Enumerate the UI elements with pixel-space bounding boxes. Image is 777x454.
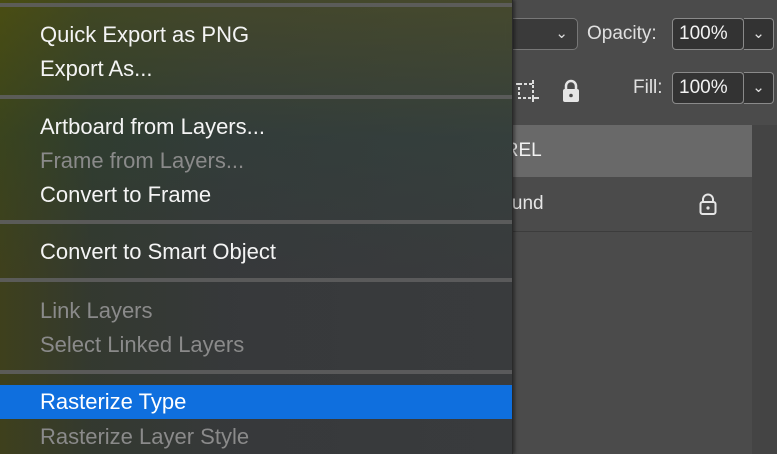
opacity-input[interactable]: 100%: [672, 18, 744, 50]
menu-item-quick-export-png[interactable]: Quick Export as PNG: [0, 18, 513, 52]
menu-item-label: Quick Export as PNG: [40, 22, 250, 47]
opacity-dropdown-button[interactable]: ⌄: [744, 18, 774, 50]
chevron-down-icon: ⌄: [752, 79, 765, 96]
menu-item-link-layers: Link Layers: [0, 294, 513, 328]
menu-separator: [0, 220, 513, 224]
layer-name: RREL: [513, 140, 542, 161]
menu-item-artboard-from-layers[interactable]: Artboard from Layers...: [0, 110, 513, 144]
photoshop-workspace: ⌄ Opacity: 100% ⌄ Fill: 100% ⌄ EL und Qu…: [0, 0, 777, 454]
lock-all-icon[interactable]: [561, 79, 581, 103]
menu-item-rasterize-layer-style: Rasterize Layer Style: [0, 420, 513, 454]
menu-item-label: Link Layers: [40, 298, 153, 323]
menu-item-label: Artboard from Layers...: [40, 114, 265, 139]
menu-item-select-linked-layers: Select Linked Layers: [0, 328, 513, 362]
layer-context-menu: Quick Export as PNG Export As... Artboar…: [0, 0, 513, 454]
menu-item-label: Frame from Layers...: [40, 148, 245, 173]
menu-item-export-as[interactable]: Export As...: [0, 52, 513, 86]
fill-input[interactable]: 100%: [672, 72, 744, 104]
menu-item-convert-to-smart-object[interactable]: Convert to Smart Object: [0, 235, 513, 269]
menu-item-rasterize-type[interactable]: Rasterize Type: [0, 385, 513, 419]
chevron-down-icon: ⌄: [555, 25, 568, 42]
menu-separator: [0, 278, 513, 282]
opacity-label: Opacity:: [587, 23, 657, 44]
menu-item-label: Rasterize Layer Style: [40, 424, 250, 449]
menu-item-label: Rasterize Type: [40, 389, 187, 414]
fill-dropdown-button[interactable]: ⌄: [744, 72, 774, 104]
chevron-down-icon: ⌄: [752, 25, 765, 42]
panel-scroll-gutter: [752, 125, 777, 454]
menu-separator: [0, 95, 513, 99]
menu-item-label: Export As...: [40, 56, 153, 81]
menu-item-frame-from-layers: Frame from Layers...: [0, 144, 513, 178]
layer-row-background[interactable]: round: [513, 177, 752, 232]
layer-row-selected[interactable]: RREL: [513, 125, 752, 177]
layer-name: round: [513, 193, 544, 214]
menu-item-label: Convert to Frame: [40, 182, 212, 207]
menu-item-label: Select Linked Layers: [40, 332, 245, 357]
menu-border: [512, 0, 513, 454]
artboard-lock-icon[interactable]: [515, 79, 541, 103]
blend-mode-dropdown[interactable]: ⌄: [505, 18, 578, 50]
menu-item-convert-to-frame[interactable]: Convert to Frame: [0, 178, 513, 212]
menu-item-label: Convert to Smart Object: [40, 239, 276, 264]
fill-label: Fill:: [633, 77, 663, 98]
menu-separator: [0, 3, 513, 7]
lock-icon[interactable]: [698, 193, 718, 215]
menu-separator: [0, 370, 513, 374]
